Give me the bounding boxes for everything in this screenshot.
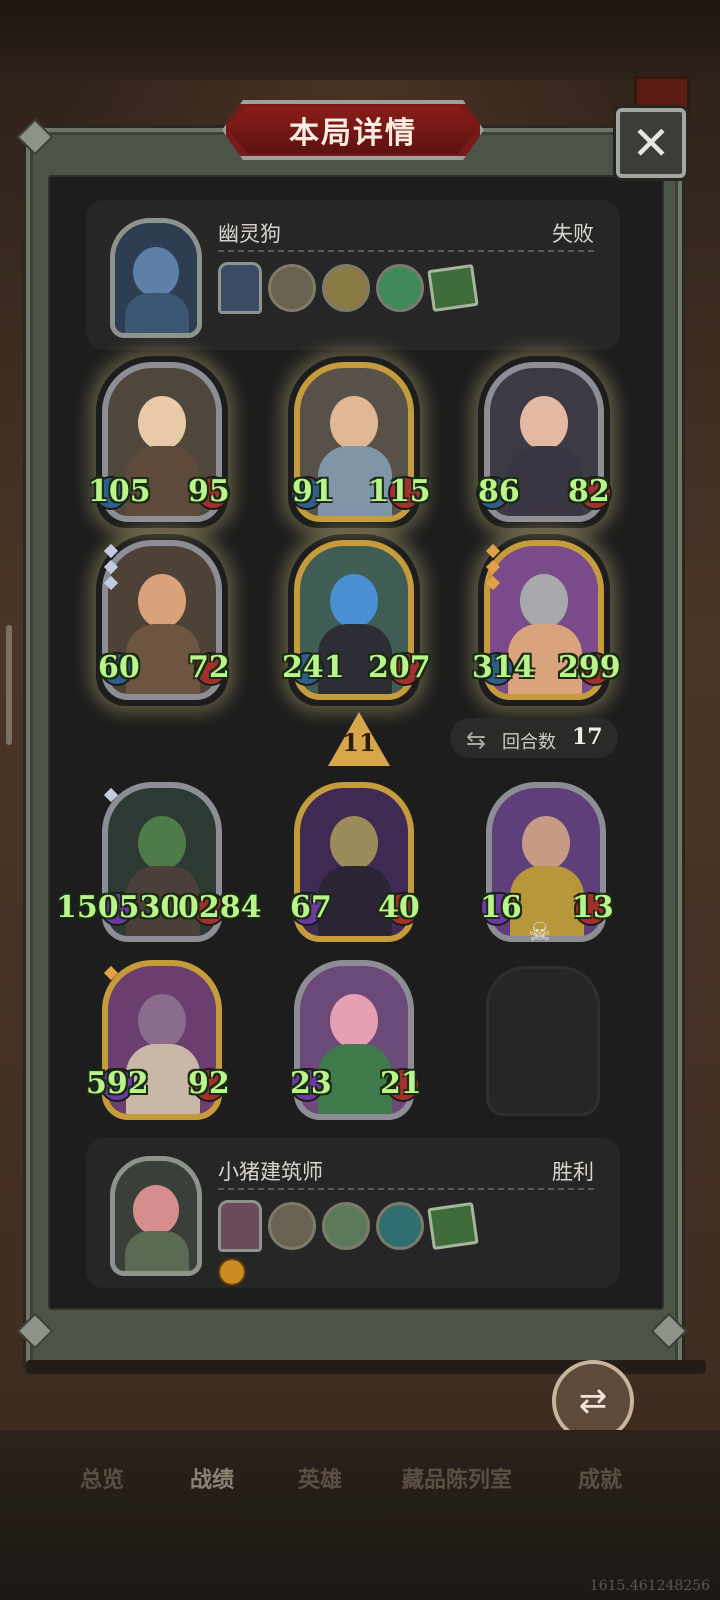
minion-health: 207 [368,650,431,685]
tab-gallery[interactable]: 藏品陈列室 [402,1462,512,1494]
minion-health: 92 [188,1066,230,1101]
opponent-avatar[interactable] [110,218,202,338]
player-avatar[interactable] [110,1156,202,1276]
minion-attack: 91 [292,474,334,509]
minion-attack: 67 [290,890,332,925]
green-book-icon[interactable] [427,1202,479,1250]
minion-attack: 16 [480,890,522,925]
divider [218,250,594,252]
opponent-panel: 幽灵狗 失败 [86,200,620,350]
minion-attack: 60 [98,650,140,685]
minion-attack: 241 [282,650,345,685]
bottom-nav [0,1430,720,1600]
minion-attack: 314 [472,650,535,685]
hero-portrait-icon[interactable] [218,1200,262,1252]
player-panel: 小猪建筑师 胜利 [86,1138,620,1288]
minion-health: 72 [188,650,230,685]
gold-coin-icon[interactable] [218,1258,246,1286]
cross-coin-icon[interactable] [322,264,370,312]
share-icon: ⇄ [578,1381,608,1421]
minion-attack: 150530 [56,890,182,925]
tab-records[interactable]: 战绩 [190,1462,234,1494]
page-title: 本局详情 [228,106,478,154]
player-name: 小猪建筑师 [218,1160,323,1184]
tab-heroes[interactable]: 英雄 [298,1462,342,1494]
minion-health: 21 [380,1066,422,1101]
player-trinkets [218,1200,479,1252]
rounds-value: 17 [572,724,603,750]
footer-code: 1615.461248256 [589,1578,710,1594]
player-result: 胜利 [552,1160,594,1184]
minion-attack: 23 [290,1066,332,1101]
hero-portrait-icon[interactable] [218,262,262,314]
minion-attack: 105 [88,474,151,509]
minion-health: 95 [188,474,230,509]
minion-attack: 86 [478,474,520,509]
green-book-icon[interactable] [427,264,479,312]
tavern-tier: 11 [342,728,376,757]
minion-health: 40 [378,890,420,925]
teal-skull-orb-icon[interactable] [376,1202,424,1250]
scroll-indicator[interactable] [6,625,12,745]
minion-health: 13 [572,890,614,925]
opponent-name: 幽灵狗 [218,222,281,246]
rounds-label: 回合数 [502,732,556,753]
minion-health: 299 [558,650,621,685]
minion-health: 82 [568,474,610,509]
minion-health: 0284 [178,890,262,925]
tab-overview[interactable]: 总览 [80,1462,124,1494]
opponent-result: 失败 [552,222,594,246]
tab-achievements[interactable]: 成就 [578,1462,622,1494]
opponent-trinkets [218,262,479,314]
minion-attack: 592 [86,1066,149,1101]
rounds-icon: ⇆ [466,726,487,754]
background-beam [0,0,720,80]
empty-minion-slot [486,966,600,1116]
pocket-watch-icon[interactable] [268,264,316,312]
pocket-watch-icon[interactable] [268,1202,316,1250]
close-button[interactable]: ✕ [616,108,686,178]
carved-totem-icon[interactable] [322,1202,370,1250]
close-icon: ✕ [631,116,671,170]
divider [218,1188,594,1190]
skull-icon: ☠ [528,918,552,948]
green-orb-icon[interactable] [376,264,424,312]
minion-health: 115 [368,474,431,509]
